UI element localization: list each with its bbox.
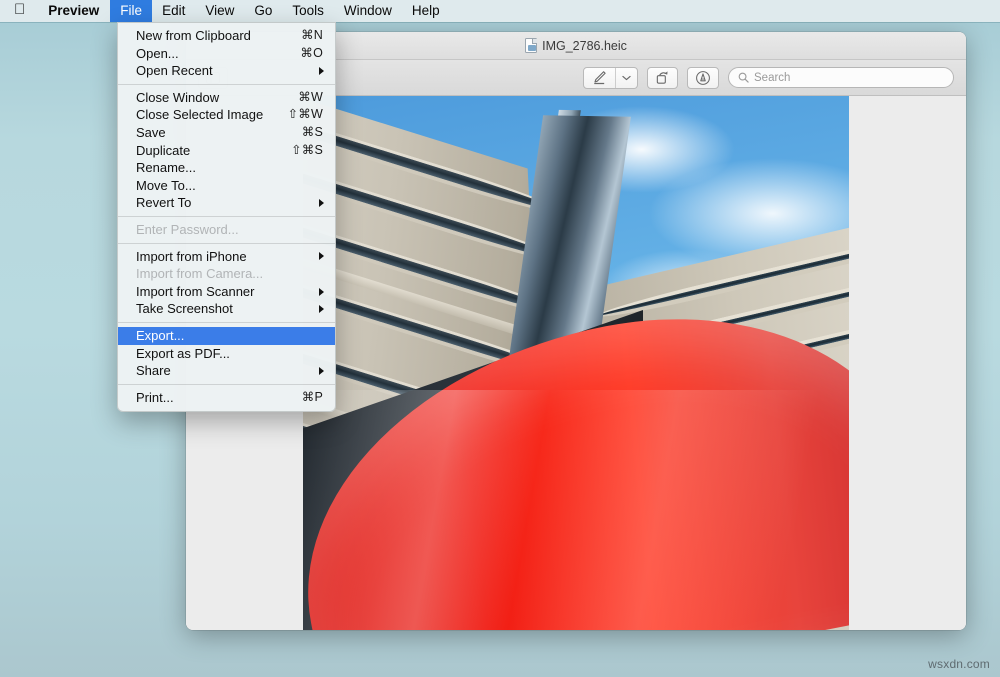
menu-separator	[118, 243, 335, 244]
file-menu-dropdown[interactable]: New from Clipboard ⌘N Open... ⌘O Open Re…	[117, 22, 336, 412]
menu-item-print[interactable]: Print... ⌘P	[118, 389, 335, 407]
submenu-arrow-icon	[319, 199, 324, 207]
watermark: wsxdn.com	[928, 657, 990, 671]
markup-tools-group[interactable]	[583, 67, 638, 89]
menu-item-label: Move To...	[136, 177, 323, 195]
rotate-left-icon[interactable]	[647, 67, 678, 89]
menu-item-label: Share	[136, 362, 319, 380]
menu-item-open[interactable]: Open... ⌘O	[118, 45, 335, 63]
menu-item-shortcut: ⇧⌘W	[288, 106, 323, 124]
menu-item-export-as-pdf[interactable]: Export as PDF...	[118, 345, 335, 363]
search-icon	[738, 72, 749, 83]
menu-item-label: Enter Password...	[136, 221, 323, 239]
menu-separator	[118, 384, 335, 385]
menu-item-close-selected-image[interactable]: Close Selected Image ⇧⌘W	[118, 106, 335, 124]
menu-item-shortcut: ⌘W	[298, 89, 323, 107]
submenu-arrow-icon	[319, 67, 324, 75]
menu-separator	[118, 322, 335, 323]
menu-item-shortcut: ⌘O	[300, 45, 323, 63]
chevron-down-icon[interactable]	[615, 67, 637, 89]
menubar-item-preview[interactable]: Preview	[37, 0, 110, 22]
menu-item-label: Print...	[136, 389, 302, 407]
menu-item-shortcut: ⌘N	[301, 27, 323, 45]
window-title-text: IMG_2786.heic	[542, 39, 627, 53]
menubar-item-help[interactable]: Help	[402, 0, 450, 22]
menu-separator	[118, 216, 335, 217]
menu-item-save[interactable]: Save ⌘S	[118, 124, 335, 142]
heic-image-file-icon	[525, 38, 537, 53]
window-title: IMG_2786.heic	[525, 38, 627, 53]
menu-item-label: Export...	[136, 327, 323, 345]
menu-item-close-window[interactable]: Close Window ⌘W	[118, 89, 335, 107]
menu-item-label: Close Selected Image	[136, 106, 288, 124]
menu-item-move-to[interactable]: Move To...	[118, 177, 335, 195]
menu-item-open-recent[interactable]: Open Recent	[118, 62, 335, 80]
markup-pen-icon[interactable]	[584, 67, 615, 89]
desktop:  Preview File Edit View Go Tools Window…	[0, 0, 1000, 677]
menu-item-label: Close Window	[136, 89, 298, 107]
menu-item-shortcut: ⌘S	[302, 124, 323, 142]
submenu-arrow-icon	[319, 305, 324, 313]
menu-item-label: Revert To	[136, 194, 319, 212]
menu-item-new-from-clipboard[interactable]: New from Clipboard ⌘N	[118, 27, 335, 45]
menubar-item-tools[interactable]: Tools	[282, 0, 334, 22]
menu-item-export[interactable]: Export...	[118, 327, 335, 345]
menu-item-label: Import from Scanner	[136, 283, 319, 301]
menu-item-import-from-camera: Import from Camera...	[118, 265, 335, 283]
menu-item-shortcut: ⇧⌘S	[291, 142, 323, 160]
menu-bar:  Preview File Edit View Go Tools Window…	[0, 0, 1000, 22]
menu-item-label: Import from iPhone	[136, 248, 319, 266]
menu-item-label: Save	[136, 124, 302, 142]
menu-item-label: Open...	[136, 45, 300, 63]
menu-item-rename[interactable]: Rename...	[118, 159, 335, 177]
menu-item-label: Rename...	[136, 159, 323, 177]
submenu-arrow-icon	[319, 367, 324, 375]
menu-item-share[interactable]: Share	[118, 362, 335, 380]
menubar-item-view[interactable]: View	[195, 0, 244, 22]
annotate-circle-icon[interactable]	[687, 67, 719, 89]
menu-item-label: New from Clipboard	[136, 27, 301, 45]
menu-item-label: Take Screenshot	[136, 300, 319, 318]
menu-item-label: Export as PDF...	[136, 345, 323, 363]
search-input[interactable]: Search	[728, 67, 954, 88]
menu-item-shortcut: ⌘P	[302, 389, 323, 407]
submenu-arrow-icon	[319, 252, 324, 260]
apple-logo-icon[interactable]: 	[0, 0, 37, 22]
menu-item-import-from-iphone[interactable]: Import from iPhone	[118, 248, 335, 266]
menu-item-duplicate[interactable]: Duplicate ⇧⌘S	[118, 142, 335, 160]
menu-item-import-from-scanner[interactable]: Import from Scanner	[118, 283, 335, 301]
menu-item-label: Open Recent	[136, 62, 319, 80]
menu-item-enter-password: Enter Password...	[118, 221, 335, 239]
menubar-item-edit[interactable]: Edit	[152, 0, 195, 22]
menu-item-label: Import from Camera...	[136, 265, 323, 283]
menu-item-label: Duplicate	[136, 142, 291, 160]
menubar-item-go[interactable]: Go	[244, 0, 282, 22]
search-placeholder: Search	[754, 72, 790, 84]
menubar-item-file[interactable]: File	[110, 0, 152, 22]
submenu-arrow-icon	[319, 288, 324, 296]
menu-separator	[118, 84, 335, 85]
menubar-item-window[interactable]: Window	[334, 0, 402, 22]
menu-item-revert-to[interactable]: Revert To	[118, 194, 335, 212]
menu-item-take-screenshot[interactable]: Take Screenshot	[118, 300, 335, 318]
photo-image	[303, 96, 849, 630]
